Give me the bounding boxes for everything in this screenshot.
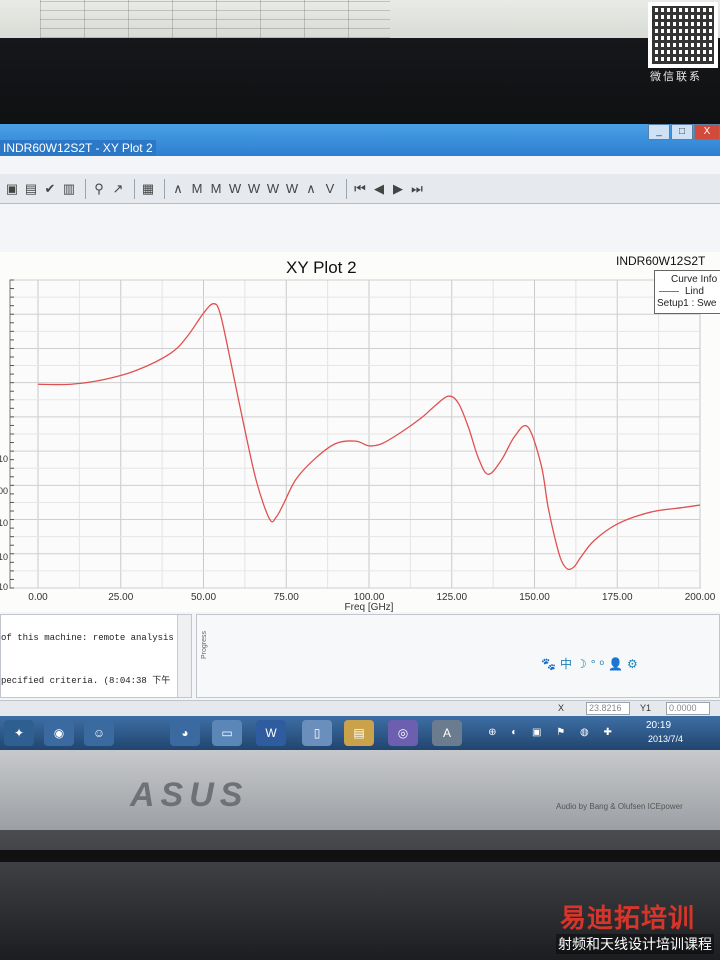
y-tick-label: 010 (0, 518, 8, 528)
legend-line-swatch (659, 291, 679, 292)
laptop-screen: INDR60W12S2T - XY Plot 2 _ □ X ▣ ▤ ✔ ▥ ⚲… (0, 124, 720, 750)
curve-info-legend[interactable]: Curve Info Lind Setup1 : Swe (654, 270, 720, 314)
word-icon[interactable]: W (256, 720, 286, 746)
watermark-subtitle: 射频和天线设计培训课程 (556, 934, 714, 954)
x-coord-label: X (558, 703, 565, 713)
clock-time[interactable]: 20:19 (646, 720, 671, 731)
x-tick-label: 150.00 (519, 592, 550, 603)
files-icon[interactable]: ▤ (344, 720, 374, 746)
y-tick-label: -010 (0, 552, 8, 562)
chrome-icon[interactable]: ◕ (170, 720, 200, 746)
x-tick-label: 200.00 (685, 592, 716, 603)
y-tick-label: 00 (0, 486, 8, 496)
watermark-title: 易迪拓培训 (560, 903, 696, 933)
y-tick-label: E-010 (0, 582, 8, 592)
message-scrollbar[interactable] (177, 615, 191, 697)
monitor-bezel-top (0, 38, 720, 130)
x-tick-label: 125.00 (436, 592, 467, 603)
message-line: pecified criteria. (8:04:38 下午 (1, 676, 171, 686)
status-bar: X 23.8216 Y1 0.0000 (0, 700, 720, 716)
progress-panel: Progress 🐾中☽°ᵒ👤⚙ (196, 614, 720, 698)
x-tick-label: 75.00 (274, 592, 299, 603)
y-coord-value: 0.0000 (666, 702, 710, 715)
laptop-bezel: ASUS Audio by Bang & Olufsen ICEpower (0, 750, 720, 830)
x-tick-label: 25.00 (108, 592, 133, 603)
paper-table (40, 0, 390, 38)
qr-caption: 微信联系 (650, 71, 702, 83)
x-tick-label: 50.00 (191, 592, 216, 603)
y-tick-label: 10 (0, 454, 8, 464)
legend-header: Curve Info (671, 274, 718, 285)
media-player-icon[interactable]: ◉ (44, 720, 74, 746)
audio-branding: Audio by Bang & Olufsen ICEpower (556, 802, 683, 811)
message-manager[interactable]: of this machine: remote analysis pecifie… (0, 614, 192, 698)
watermark: 易迪拓培训 射频和天线设计培训课程 (556, 898, 720, 960)
hfss-icon[interactable]: ◎ (388, 720, 418, 746)
brand-logo: ASUS (130, 776, 249, 814)
paint-icon[interactable]: ☺ (84, 720, 114, 746)
x-tick-label: 175.00 (602, 592, 633, 603)
legend-series-name: Lind (685, 286, 704, 297)
clock-date[interactable]: 2013/7/4 (648, 734, 683, 744)
start-icon[interactable]: ✦ (4, 720, 34, 746)
ime-toolbar[interactable]: 🐾中☽°ᵒ👤⚙ (541, 655, 642, 672)
qr-code-image (648, 2, 718, 68)
laptop-hinge (0, 850, 720, 862)
y-coord-label: Y1 (640, 703, 652, 713)
message-line: of this machine: remote analysis (1, 633, 174, 643)
x-coord-value: 23.8216 (586, 702, 630, 715)
taskbar: ✦ ◉ ☺ ◕ ▭ W ▯ ▤ ◎ A ⊕ ◐ ▣ ⚑ ◍ ✚ ◆ ▲ ♪ 20… (0, 716, 720, 750)
legend-setup: Setup1 : Swe (657, 298, 717, 309)
x-axis-label: Freq [GHz] (345, 602, 394, 613)
x-tick-label: 0.00 (28, 592, 48, 603)
system-tray-icons[interactable]: ⊕ ◐ ▣ ⚑ ◍ ✚ ◆ ▲ ♪ (478, 720, 628, 746)
design-name: INDR60W12S2T (616, 254, 706, 268)
progress-label: Progress (201, 630, 208, 659)
plot-title: XY Plot 2 (286, 258, 357, 277)
awr-icon[interactable]: A (432, 720, 462, 746)
notepad-icon[interactable]: ▯ (302, 720, 332, 746)
monitor-icon[interactable]: ▭ (212, 720, 242, 746)
xy-plot-chart[interactable]: 1000010-010E-0100.0025.0050.0075.00100.0… (0, 124, 720, 614)
